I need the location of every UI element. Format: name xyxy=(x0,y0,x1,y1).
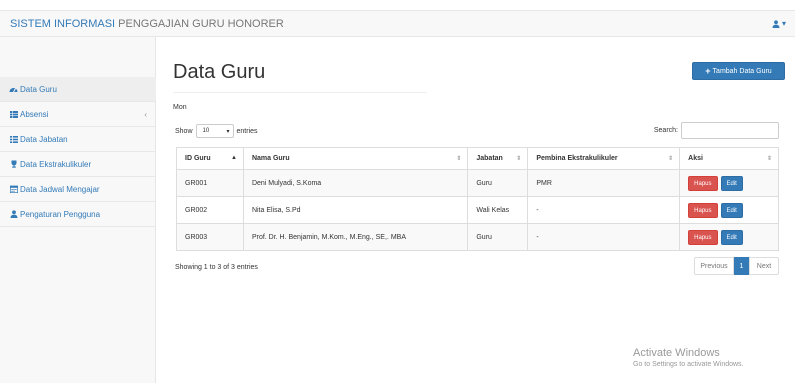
watermark-title: Activate Windows xyxy=(633,347,720,359)
table-info: Showing 1 to 3 of 3 entries xyxy=(175,264,258,271)
delete-button[interactable]: Hapus xyxy=(688,202,718,218)
next-page-button[interactable]: Next xyxy=(749,257,779,275)
sidebar-item-label: Pengaturan Pengguna xyxy=(20,209,101,219)
calendar-icon xyxy=(9,185,18,194)
sidebar-item-label: Absensi xyxy=(20,109,49,119)
sidebar-item-data-jabatan[interactable]: Data Jabatan xyxy=(0,127,156,152)
previous-page-button[interactable]: Previous xyxy=(694,257,734,275)
list-icon xyxy=(9,135,18,144)
brand-title[interactable]: SISTEM INFORMASI PENGGAJIAN GURU HONORER xyxy=(10,18,284,30)
sort-icon: ⇕ xyxy=(668,156,674,162)
table-row: GR001 Deni Mulyadi, S.Koma Guru PMR Hapu… xyxy=(176,169,779,197)
day-label: Mon xyxy=(173,104,187,111)
sidebar-item-pengaturan-pengguna[interactable]: Pengaturan Pengguna xyxy=(0,202,156,227)
search-input[interactable] xyxy=(681,122,779,139)
brand-rest[interactable]: PENGGAJIAN GURU HONORER xyxy=(115,18,284,30)
top-navbar: SISTEM INFORMASI PENGGAJIAN GURU HONORER… xyxy=(0,10,795,37)
add-guru-button[interactable]: + Tambah Data Guru xyxy=(692,62,785,80)
sidebar-item-data-guru[interactable]: Data Guru xyxy=(0,77,156,102)
table-icon xyxy=(9,110,18,119)
table-row: GR003 Prof. Dr. H. Benjamin, M.Kom., M.E… xyxy=(176,223,779,251)
main-content: Data Guru + Tambah Data Guru Mon Show 10… xyxy=(157,37,795,383)
sort-asc-icon: ▲ xyxy=(230,155,237,161)
column-header-pembina[interactable]: Pembina Ekstrakulikuler ⇕ xyxy=(527,147,681,170)
chevron-down-icon: ▾ xyxy=(781,19,786,28)
sidebar-nav: Data Guru Absensi ‹ Data Jabatan Data Ek… xyxy=(0,77,156,227)
cell-aksi: Hapus Edit xyxy=(679,196,779,224)
edit-button[interactable]: Edit xyxy=(720,202,743,218)
activate-windows-watermark: Activate Windows Go to Settings to activ… xyxy=(633,347,744,368)
sidebar: Data Guru Absensi ‹ Data Jabatan Data Ek… xyxy=(0,37,156,383)
dashboard-icon xyxy=(9,85,18,94)
cell-id: GR003 xyxy=(176,223,244,251)
cell-pembina: - xyxy=(527,223,681,251)
sidebar-item-label: Data Jabatan xyxy=(20,134,68,144)
cell-nama: Nita Elisa, S.Pd xyxy=(242,196,469,224)
add-guru-label: Tambah Data Guru xyxy=(712,67,772,75)
edit-button[interactable]: Edit xyxy=(720,229,743,245)
cell-aksi: Hapus Edit xyxy=(679,169,779,197)
user-icon xyxy=(772,19,780,28)
sidebar-item-data-ekstrakulikuler[interactable]: Data Ekstrakulikuler xyxy=(0,152,156,177)
search-label: Search: xyxy=(653,127,678,134)
page-length-control: Show 10 ▾ entries xyxy=(175,124,258,138)
user-icon xyxy=(9,210,18,219)
cell-jabatan: Guru xyxy=(467,223,529,251)
entries-select[interactable]: 10 ▾ xyxy=(195,124,234,138)
sidebar-item-label: Data Ekstrakulikuler xyxy=(20,159,92,169)
sidebar-item-data-jadwal-mengajar[interactable]: Data Jadwal Mengajar xyxy=(0,177,156,202)
sort-icon: ⇕ xyxy=(516,156,522,162)
sidebar-item-absensi[interactable]: Absensi ‹ xyxy=(0,102,156,127)
delete-button[interactable]: Hapus xyxy=(688,229,718,245)
entries-label: entries xyxy=(236,127,258,135)
user-menu-toggle[interactable]: ▾ xyxy=(772,19,786,28)
column-header-aksi[interactable]: Aksi ⇕ xyxy=(679,147,779,170)
trophy-icon xyxy=(9,160,18,169)
table-row: GR002 Nita Elisa, S.Pd Wali Kelas - Hapu… xyxy=(176,196,779,224)
cell-nama: Prof. Dr. H. Benjamin, M.Kom., M.Eng., S… xyxy=(242,223,469,251)
guru-table: ID Guru ▲ Nama Guru ⇕ Jabatan ⇕ Pembina Eks… xyxy=(176,147,779,251)
page-1-button[interactable]: 1 xyxy=(734,257,749,275)
chevron-down-icon: ▾ xyxy=(226,128,230,135)
cell-id: GR001 xyxy=(176,169,244,197)
column-header-nama-guru[interactable]: Nama Guru ⇕ xyxy=(242,147,469,170)
plus-icon: + xyxy=(705,66,711,76)
sidebar-item-label: Data Guru xyxy=(20,84,57,94)
column-header-id-guru[interactable]: ID Guru ▲ xyxy=(176,147,244,170)
cell-aksi: Hapus Edit xyxy=(679,223,779,251)
title-divider xyxy=(173,92,427,93)
table-header-row: ID Guru ▲ Nama Guru ⇕ Jabatan ⇕ Pembina Eks… xyxy=(176,147,779,170)
edit-button[interactable]: Edit xyxy=(720,175,743,191)
entries-value: 10 xyxy=(202,128,210,134)
cell-jabatan: Guru xyxy=(467,169,529,197)
column-header-jabatan[interactable]: Jabatan ⇕ xyxy=(467,147,529,170)
cell-pembina: PMR xyxy=(527,169,681,197)
cell-nama: Deni Mulyadi, S.Koma xyxy=(242,169,469,197)
delete-button[interactable]: Hapus xyxy=(688,175,718,191)
pagination: Previous 1 Next xyxy=(694,257,779,275)
sidebar-item-label: Data Jadwal Mengajar xyxy=(20,184,100,194)
table-search: Search: xyxy=(654,122,779,139)
show-label: Show xyxy=(175,127,193,135)
sort-icon: ⇕ xyxy=(456,156,462,162)
chevron-left-icon[interactable]: ‹ xyxy=(144,110,147,119)
watermark-subtitle: Go to Settings to activate Windows. xyxy=(633,361,744,368)
cell-pembina: - xyxy=(527,196,681,224)
cell-jabatan: Wali Kelas xyxy=(467,196,529,224)
brand-highlight[interactable]: SISTEM INFORMASI xyxy=(10,18,115,30)
page-title: Data Guru xyxy=(173,61,266,83)
sort-icon: ⇕ xyxy=(766,156,772,162)
cell-id: GR002 xyxy=(176,196,244,224)
